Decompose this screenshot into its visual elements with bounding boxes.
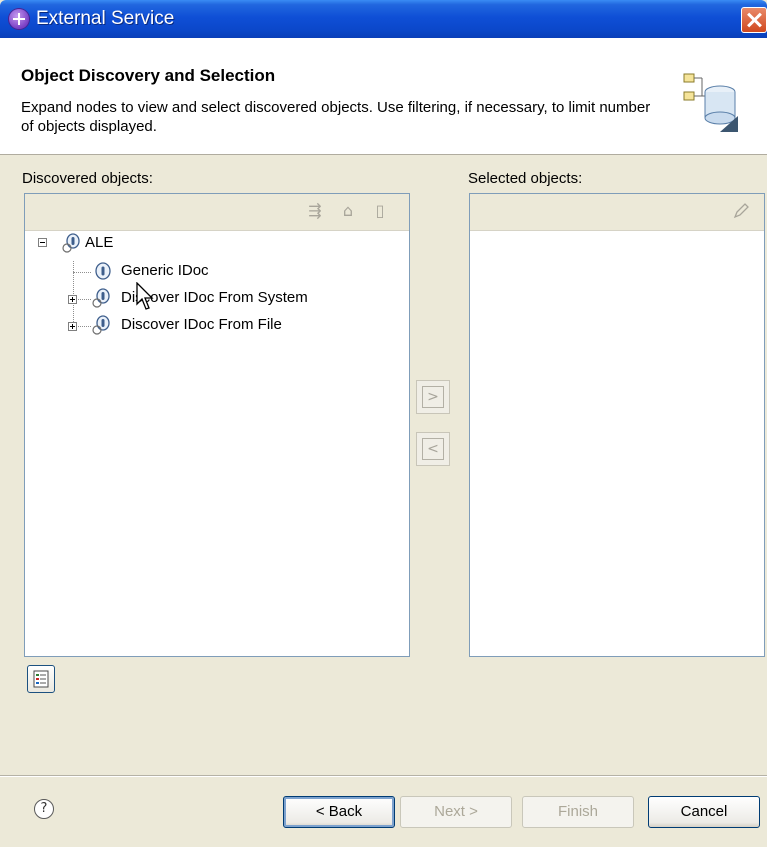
- close-icon[interactable]: [741, 7, 767, 33]
- selected-toolbar: [470, 194, 764, 231]
- expand-toggle[interactable]: [68, 295, 77, 304]
- list-properties-icon: [33, 670, 49, 688]
- window-title: External Service: [36, 8, 175, 29]
- next-button[interactable]: Next >: [400, 796, 512, 828]
- discovered-toolbar: ⇶ ⌂ ▯: [25, 194, 409, 231]
- footer-separator: [0, 775, 767, 777]
- external-service-dialog: External Service Object Discovery and Se…: [0, 0, 767, 847]
- edit-query-icon[interactable]: ⌂: [339, 202, 357, 220]
- adapter-node-icon: [62, 233, 80, 253]
- discovered-objects-panel: ⇶ ⌂ ▯ ALE Generic IDoc Discover IDoc Fro…: [24, 193, 410, 657]
- remove-arrow: <: [422, 438, 444, 460]
- tree-node-discover-idoc-file[interactable]: Discover IDoc From File: [121, 314, 282, 336]
- tree-node-generic-idoc[interactable]: Generic IDoc: [121, 260, 209, 282]
- remove-selected-button[interactable]: <: [416, 432, 450, 466]
- cancel-button[interactable]: Cancel: [648, 796, 760, 828]
- open-book-icon[interactable]: ▯: [371, 202, 389, 220]
- add-arrow: >: [422, 386, 444, 408]
- title-bar[interactable]: External Service: [0, 0, 767, 38]
- filter-icon[interactable]: ⇶: [306, 202, 324, 220]
- properties-button[interactable]: [27, 665, 55, 693]
- pencil-icon[interactable]: [732, 202, 750, 220]
- finish-button[interactable]: Finish: [522, 796, 634, 828]
- mouse-cursor-icon: [136, 282, 154, 310]
- adapter-node-icon: [92, 315, 110, 335]
- header-banner: [0, 38, 767, 155]
- adapter-node-icon: [92, 288, 110, 308]
- discovered-objects-label: Discovered objects:: [22, 170, 153, 187]
- page-title: Object Discovery and Selection: [21, 66, 276, 85]
- selected-objects-label: Selected objects:: [468, 170, 583, 187]
- app-icon: [9, 9, 29, 29]
- page-description: Expand nodes to view and select discover…: [21, 99, 651, 135]
- tree-node-ale[interactable]: ALE: [85, 232, 113, 254]
- collapse-toggle[interactable]: [38, 238, 47, 247]
- expand-toggle[interactable]: [68, 322, 77, 331]
- database-graphic-icon: [683, 73, 738, 132]
- object-node-icon: [95, 262, 111, 280]
- add-selected-button[interactable]: >: [416, 380, 450, 414]
- selected-objects-panel: [469, 193, 765, 657]
- help-icon[interactable]: ?: [34, 799, 54, 819]
- tree-guide-line: [73, 272, 91, 273]
- back-button[interactable]: < Back: [283, 796, 395, 828]
